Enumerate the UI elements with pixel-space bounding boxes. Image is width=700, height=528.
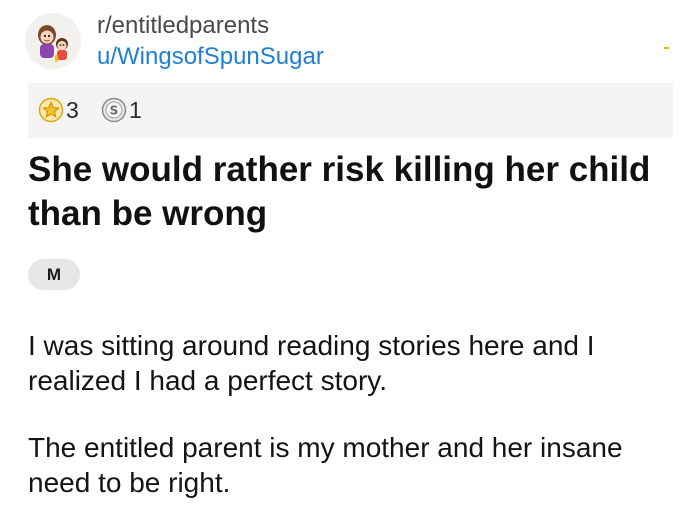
subreddit-avatar[interactable] [25,13,81,69]
silver-coin-icon: S [101,97,127,123]
silver-award-count: 1 [129,96,142,123]
post-header: r/entitledparents u/WingsofSpunSugar [0,0,700,82]
star-award-icon [38,97,64,123]
post-flair[interactable]: M [28,259,80,290]
post-body-paragraph: The entitled parent is my mother and her… [28,432,623,498]
cartoon-avatar-icon [25,13,81,69]
author-username[interactable]: u/WingsofSpunSugar [97,43,324,71]
post-title[interactable]: She would rather risk killing her child … [28,148,668,236]
award-star[interactable]: 3 [38,95,79,125]
subreddit-name[interactable]: r/entitledparents [97,12,269,40]
svg-text:S: S [110,104,119,118]
award-silver[interactable]: S 1 [101,95,142,125]
star-award-count: 3 [66,96,79,123]
partial-icon-edge [664,47,669,49]
awards-bar[interactable]: 3 S 1 [28,83,673,138]
post-body-paragraph: I was sitting around reading stories her… [28,330,595,396]
